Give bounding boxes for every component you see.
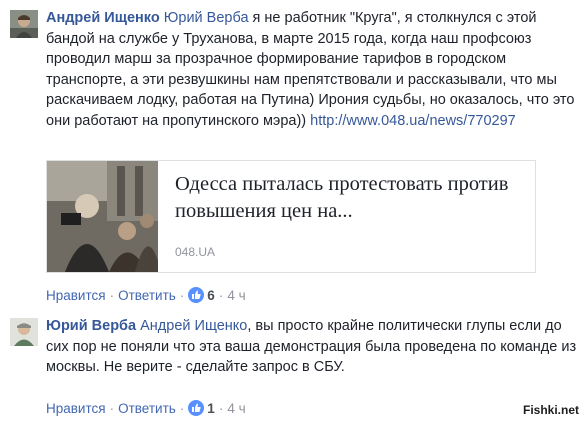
comment-text-block: Юрий Верба Андрей Ищенко, вы просто край…	[46, 316, 581, 378]
like-button[interactable]: Нравится	[46, 288, 106, 303]
comment-time[interactable]: 4 ч	[227, 401, 245, 416]
separator-dot: ·	[109, 287, 115, 303]
comment-author[interactable]: Андрей Ищенко	[46, 10, 160, 26]
separator-dot: ·	[218, 287, 224, 303]
avatar[interactable]	[10, 318, 38, 346]
watermark: Fishki.net	[522, 403, 579, 417]
comment-author[interactable]: Юрий Верба	[46, 318, 136, 334]
reply-button[interactable]: Ответить	[118, 401, 176, 416]
comment-actions: Нравится · Ответить · 6 · 4 ч	[46, 287, 246, 303]
preview-image	[47, 161, 158, 272]
separator-dot: ·	[218, 400, 224, 416]
preview-title: Одесса пыталась протестовать против повы…	[175, 173, 509, 222]
comment-time[interactable]: 4 ч	[227, 288, 245, 303]
separator-dot: ·	[109, 400, 115, 416]
like-button[interactable]: Нравится	[46, 401, 106, 416]
preview-domain: 048.UA	[175, 245, 216, 259]
comment-actions: Нравится · Ответить · 1 · 4 ч	[46, 400, 246, 416]
reply-button[interactable]: Ответить	[118, 288, 176, 303]
comment-text-block: Андрей Ищенко Юрий Верба я не работник "…	[46, 8, 581, 131]
comment-link[interactable]: http://www.048.ua/news/770297	[310, 113, 516, 129]
separator-dot: ·	[179, 287, 185, 303]
comment-mention[interactable]: Юрий Верба	[164, 10, 249, 26]
thumbs-up-icon[interactable]	[188, 287, 205, 303]
comment-text: я не работник "Круга", я столкнулся с эт…	[46, 10, 575, 129]
like-count[interactable]: 6	[207, 288, 215, 303]
avatar[interactable]	[10, 10, 38, 38]
thumbs-up-icon[interactable]	[188, 400, 205, 416]
link-preview-card[interactable]: Одесса пыталась протестовать против повы…	[46, 160, 536, 273]
like-count[interactable]: 1	[207, 401, 215, 416]
separator-dot: ·	[179, 400, 185, 416]
comment-mention[interactable]: Андрей Ищенко	[140, 318, 247, 334]
